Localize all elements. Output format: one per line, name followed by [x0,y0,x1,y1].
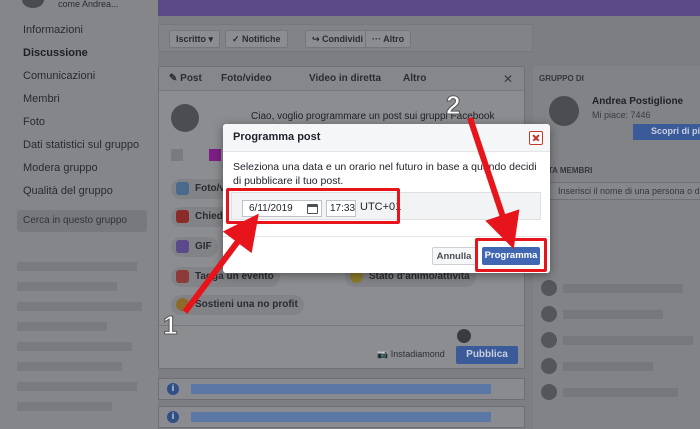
arrow-step2 [467,117,520,250]
annotation-arrows [182,117,520,314]
step-number-1: 1 [162,310,178,341]
arrow-step1 [182,213,259,314]
step-number-2: 2 [445,90,461,121]
